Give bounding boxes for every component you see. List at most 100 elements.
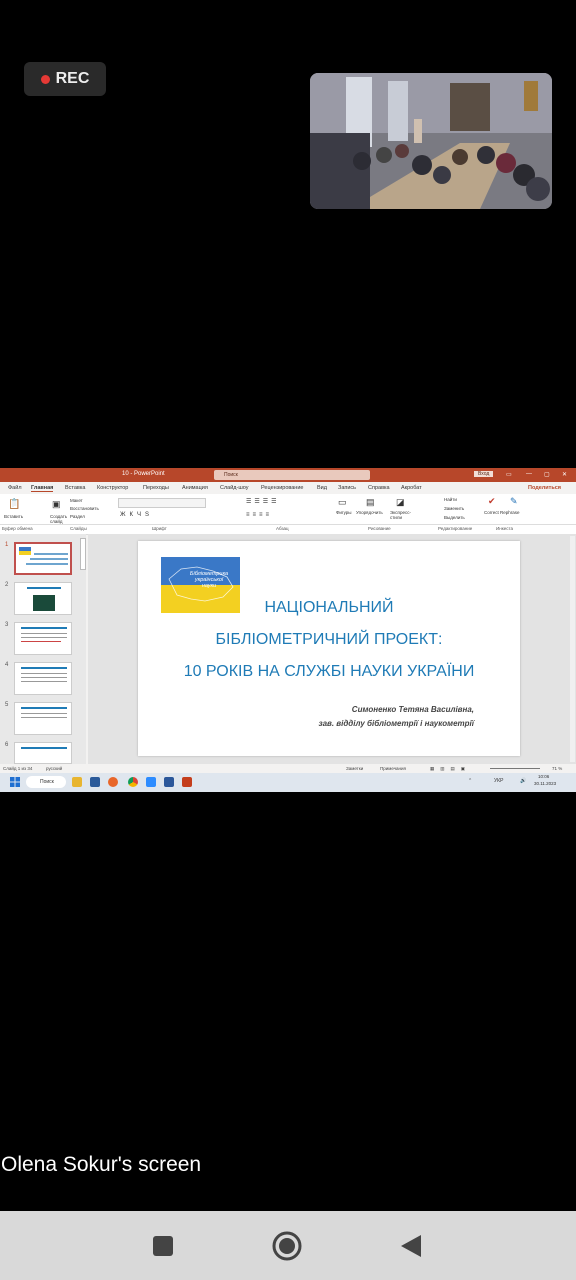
tab-insert[interactable]: Вставка [65, 485, 85, 491]
back-icon [401, 1235, 421, 1257]
tray-icons[interactable]: 🔊 [520, 778, 526, 784]
slide-thumbnail-3[interactable] [14, 622, 72, 655]
group-slides: Слайды [70, 526, 87, 531]
back-button[interactable] [395, 1230, 427, 1262]
rephrase-icon[interactable]: ✎ [510, 496, 518, 507]
tab-home[interactable]: Главная [31, 485, 54, 492]
android-navigation-bar [0, 1211, 576, 1280]
ppt-title-bar: 10 - PowerPoint Поиск Вход ▭ — ▢ ✕ [0, 468, 576, 482]
chrome-icon[interactable] [128, 777, 138, 787]
word-icon[interactable] [164, 777, 174, 787]
tab-record[interactable]: Запись [338, 485, 356, 491]
sign-in-button[interactable]: Вход [474, 471, 494, 477]
slide-thumbnail-2[interactable] [14, 582, 72, 615]
recording-indicator: REC [24, 62, 106, 96]
slide-thumbnail-6[interactable] [14, 742, 72, 764]
slide-thumbnail-4[interactable] [14, 662, 72, 695]
tab-help[interactable]: Справка [368, 485, 390, 491]
slide-scrollbar[interactable] [570, 536, 575, 762]
powerpoint-icon[interactable] [182, 777, 192, 787]
section-button[interactable]: Раздел [70, 514, 85, 519]
comments-button[interactable]: Примечания [380, 766, 406, 771]
clock-time[interactable]: 10:06 [538, 774, 549, 779]
select-button[interactable]: Выделить [444, 515, 465, 520]
tab-animations[interactable]: Анимация [182, 485, 208, 491]
paste-icon[interactable]: 📋 [8, 499, 20, 510]
notes-button[interactable]: Заметки [346, 766, 363, 771]
paragraph-buttons[interactable]: ☰☰☰☰ [246, 498, 280, 505]
tab-file[interactable]: Файл [8, 485, 22, 491]
thumb-scrollbar[interactable] [80, 538, 86, 570]
thumb-number: 4 [5, 662, 9, 668]
conference-room-video-frame [310, 73, 552, 209]
windows-taskbar: Поиск ⌃ УКР 🔊 10:06 30.11.2023 [0, 773, 576, 792]
current-slide[interactable]: Бібліометрика української науки НАЦІОНАЛ… [138, 541, 520, 756]
group-editing: Редактирование [438, 526, 473, 531]
new-slide-icon[interactable]: ▣ [52, 499, 61, 510]
replace-button[interactable]: Заменить [444, 506, 464, 511]
recents-icon [153, 1236, 173, 1256]
view-buttons[interactable]: ▦▥▤▣ [430, 766, 471, 772]
language-indicator[interactable]: русский [46, 766, 62, 771]
layout-button[interactable]: Макет [70, 498, 83, 503]
arrange-icon[interactable]: ▤ [366, 497, 375, 508]
recents-button[interactable] [147, 1230, 179, 1262]
slide-thumbnail-1[interactable] [14, 542, 72, 575]
ribbon-tabs: Файл Главная Вставка Конструктор Переход… [0, 482, 576, 494]
quick-styles-icon[interactable]: ◪ [396, 497, 405, 508]
minimize-icon[interactable]: — [526, 471, 532, 477]
slide-author: Симоненко Тетяна Василівна, [351, 705, 474, 714]
tab-review[interactable]: Рецензирование [261, 485, 303, 491]
shapes-button[interactable]: Фигуры [336, 510, 352, 515]
file-explorer-icon[interactable] [72, 777, 82, 787]
group-clipboard: Буфер обмена [2, 526, 33, 531]
clock-date[interactable]: 30.11.2023 [534, 781, 556, 786]
arrange-button[interactable]: Упорядочить [356, 510, 383, 515]
thumb-number: 6 [5, 742, 9, 748]
paste-button[interactable]: Вставить [4, 514, 23, 519]
tab-view[interactable]: Вид [317, 485, 327, 491]
home-button[interactable] [271, 1230, 303, 1262]
ppt-search-box[interactable]: Поиск [214, 470, 370, 480]
ppt-status-bar: Слайд 1 из 34 русский Заметки Примечания… [0, 764, 576, 773]
slide-thumbnail-5[interactable] [14, 702, 72, 735]
thumb-number: 5 [5, 702, 9, 708]
quick-styles-button[interactable]: Экспресс-стили [390, 510, 412, 520]
align-buttons[interactable]: ≡≡≡≡ [246, 512, 272, 518]
thumb-number: 3 [5, 622, 9, 628]
keyboard-lang[interactable]: УКР [494, 778, 503, 784]
store-icon[interactable] [90, 777, 100, 787]
thumb-number: 2 [5, 582, 9, 588]
font-format-buttons[interactable]: ЖКЧS [120, 512, 153, 518]
shared-screen[interactable]: 10 - PowerPoint Поиск Вход ▭ — ▢ ✕ Файл … [0, 468, 576, 792]
maximize-icon[interactable]: ▢ [544, 471, 550, 478]
group-font: Шрифт [152, 526, 167, 531]
participant-video[interactable] [310, 73, 552, 209]
tab-slideshow[interactable]: Слайд-шоу [220, 485, 249, 491]
correct-rephrase-button[interactable]: Correct Rephrase [484, 510, 530, 515]
find-button[interactable]: Найти [444, 497, 457, 502]
share-button[interactable]: Поделиться [528, 485, 561, 491]
tab-transitions[interactable]: Переходы [143, 485, 169, 491]
zoom-level[interactable]: 71 % [552, 766, 562, 771]
correct-icon[interactable]: ✔ [488, 496, 496, 507]
tab-acrobat[interactable]: Акробат [401, 485, 422, 491]
ribbon-display-icon[interactable]: ▭ [506, 471, 512, 478]
taskbar-search[interactable]: Поиск [26, 776, 66, 788]
slide-thumbnail-pane[interactable]: 1 2 3 4 5 6 [0, 534, 86, 764]
close-icon[interactable]: ✕ [562, 471, 567, 478]
zoom-slider[interactable] [490, 768, 540, 769]
firefox-icon[interactable] [108, 777, 118, 787]
shapes-icon[interactable]: ▭ [338, 497, 347, 508]
slide-editor[interactable]: Бібліометрика української науки НАЦІОНАЛ… [88, 534, 576, 764]
home-icon [272, 1231, 302, 1261]
tray-chevron-icon[interactable]: ⌃ [468, 778, 472, 784]
font-name-box[interactable] [118, 498, 206, 508]
ribbon: 📋 Вставить ▣ Создать слайд Макет Восстан… [0, 494, 576, 525]
windows-start-icon[interactable] [10, 777, 20, 787]
slide-title-line-1: НАЦІОНАЛЬНИЙ [264, 599, 394, 616]
zoom-app-icon[interactable] [146, 777, 156, 787]
new-slide-button[interactable]: Создать слайд [50, 514, 70, 524]
reset-button[interactable]: Восстановить [70, 506, 99, 511]
tab-design[interactable]: Конструктор [97, 485, 128, 491]
